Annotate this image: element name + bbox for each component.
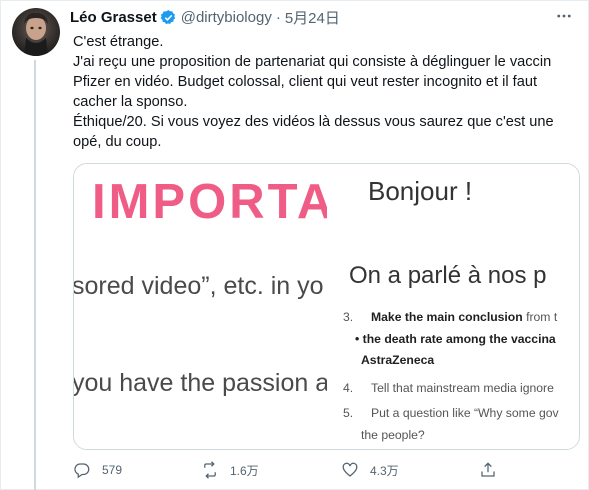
retweet-button[interactable]: 1.6万 <box>201 459 259 481</box>
retweet-icon <box>204 461 216 479</box>
media-image-left[interactable]: IMPORTA sored video”, etc. in yo you hav… <box>74 164 327 449</box>
reply-button[interactable]: 579 <box>73 459 122 481</box>
list-item-text: from t <box>522 310 558 324</box>
author-handle[interactable]: @dirtybiology <box>181 9 272 26</box>
tweet-date[interactable]: 5月24日 <box>285 7 340 28</box>
list-item: Put a question like “Why some gov <box>371 406 559 420</box>
avatar-photo <box>24 12 48 56</box>
share-icon <box>481 462 495 477</box>
tweet-text-line: Éthique/20. Si vous voyez des vidéos là … <box>73 114 554 131</box>
tweet-media: IMPORTA sored video”, etc. in yo you hav… <box>73 163 580 450</box>
verified-badge-icon <box>160 9 177 26</box>
list-item-bold: Make the main conclusion <box>371 310 523 324</box>
image-text-line: sored video”, etc. in yo <box>74 272 324 300</box>
header-separator: · <box>275 8 281 26</box>
thread-line <box>34 60 36 490</box>
retweet-count: 1.6万 <box>230 463 259 478</box>
list-item: the people? <box>361 428 425 442</box>
tweet-text: C'est étrange. J'ai reçu une proposition… <box>73 32 573 153</box>
tweet-text-line: Pfizer en vidéo. Budget colossal, client… <box>73 74 538 91</box>
tweet-text-line: J'ai reçu une proposition de partenariat… <box>73 54 552 71</box>
tweet-actions: 579 1.6万 4.3万 <box>73 459 573 481</box>
reply-icon <box>74 463 90 479</box>
like-button[interactable]: 4.3万 <box>341 459 399 481</box>
like-count: 4.3万 <box>370 463 399 478</box>
image-heading: Bonjour ! <box>368 176 473 206</box>
list-number: 5. <box>343 406 354 420</box>
list-item-bold: • the death rate among the vaccina <box>355 332 556 346</box>
tweet-text-line: opé, du coup. <box>73 134 162 151</box>
image-heading: IMPORTA <box>92 175 327 229</box>
share-button[interactable] <box>479 459 497 481</box>
more-horizontal-icon <box>557 14 571 18</box>
list-item-bold: AstraZeneca <box>361 353 435 367</box>
list-item: Make the main conclusion from t <box>371 310 557 324</box>
tweet-text-line: C'est étrange. <box>73 34 164 50</box>
list-item: • the death rate among the vaccina <box>355 332 556 346</box>
tweet-header: Léo Grasset @dirtybiology · 5月24日 <box>70 6 340 28</box>
reply-count: 579 <box>102 463 123 477</box>
list-number: 3. <box>343 310 354 324</box>
list-number: 4. <box>343 381 354 395</box>
media-image-right[interactable]: Bonjour ! On a parlé à nos p 3. Make the… <box>329 164 579 449</box>
image-subheading: On a parlé à nos p <box>349 262 547 289</box>
tweet-text-line: cacher la sponso. <box>73 94 188 111</box>
image-text-line: you have the passion a <box>74 369 327 397</box>
author-name[interactable]: Léo Grasset <box>70 9 157 26</box>
avatar[interactable] <box>12 8 60 56</box>
list-item: AstraZeneca <box>361 353 434 367</box>
list-item: Tell that mainstream media ignore <box>371 381 554 395</box>
heart-icon <box>342 462 358 477</box>
more-options-button[interactable] <box>553 8 575 24</box>
